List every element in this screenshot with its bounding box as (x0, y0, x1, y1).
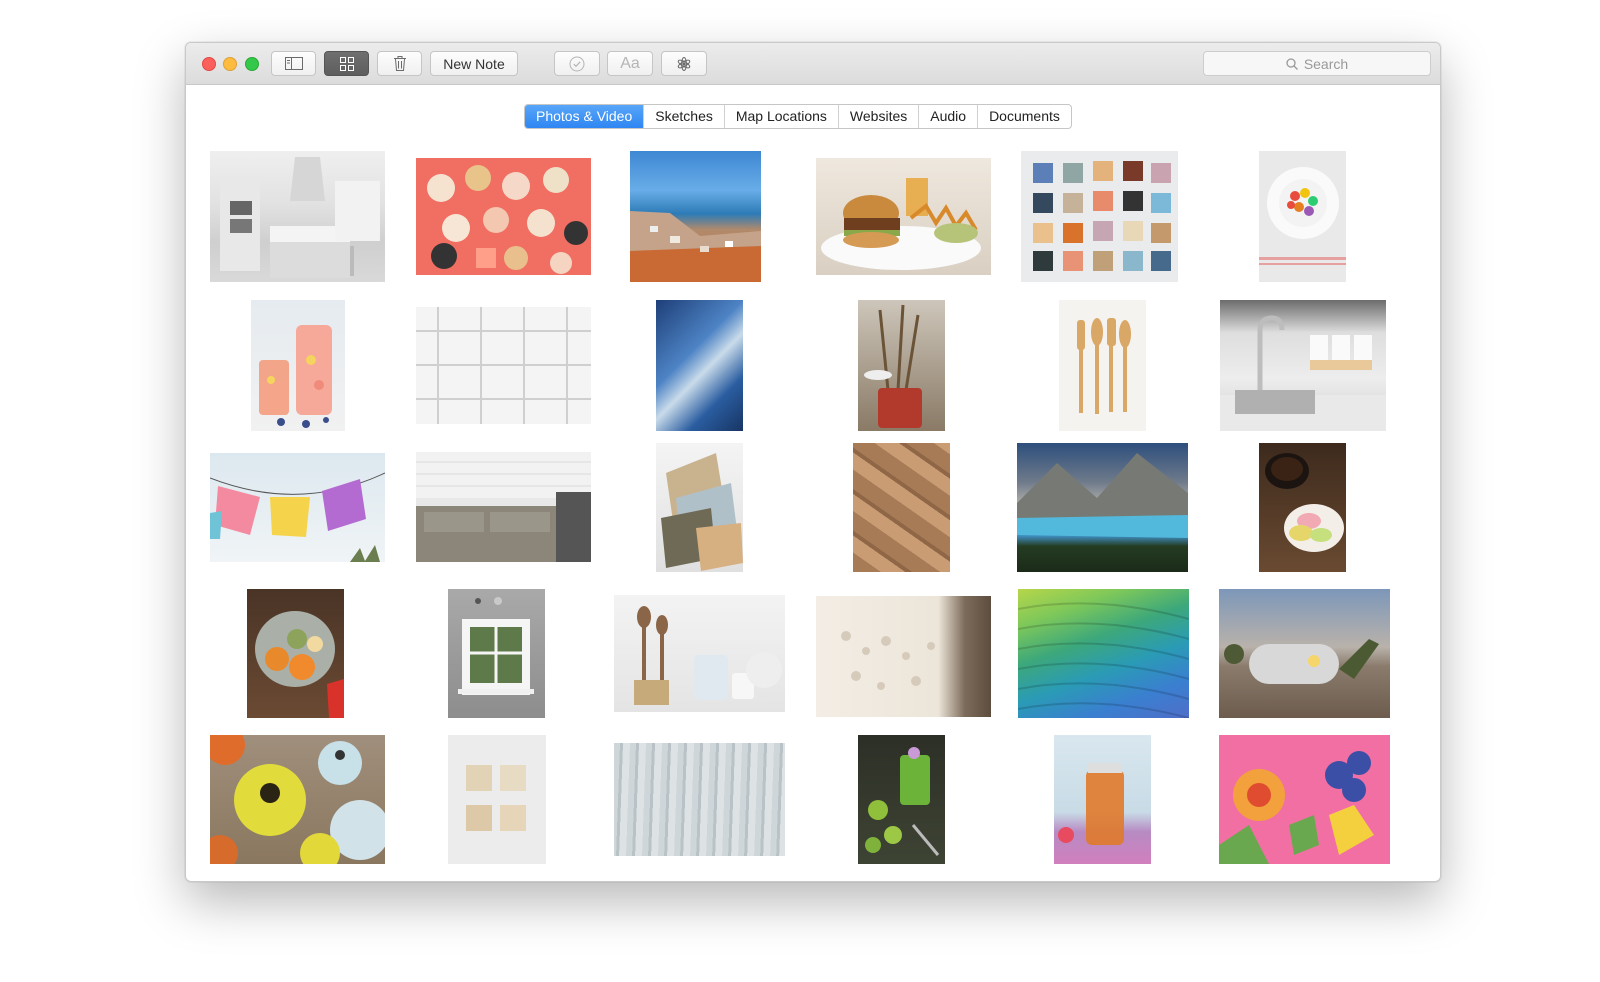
close-window-button[interactable] (202, 57, 216, 71)
search-icon (1286, 57, 1298, 70)
coffee-macarons-photo[interactable] (1259, 443, 1346, 572)
minimize-window-button[interactable] (223, 57, 237, 71)
toolbar: New Note Aa Search (186, 43, 1440, 85)
cooking-utensils-crock-photo[interactable] (858, 300, 945, 431)
wooden-spoons-kettle-photo[interactable] (614, 595, 785, 712)
sidebar-toggle-button[interactable] (271, 51, 316, 76)
search-placeholder: Search (1303, 55, 1349, 72)
kitchen-window-photo[interactable] (448, 589, 545, 718)
burger-and-fries-photo[interactable] (816, 158, 991, 275)
tab-audio[interactable]: Audio (919, 105, 979, 128)
blue-fabric-photo[interactable] (656, 300, 743, 431)
tab-photos-video[interactable]: Photos & Video (525, 105, 645, 128)
candy-plate-photo[interactable] (1259, 151, 1346, 282)
coastal-town-photo[interactable] (630, 151, 761, 282)
kitchen-sink-photo[interactable] (1220, 300, 1386, 431)
weathered-wood-photo[interactable] (614, 743, 785, 856)
wooden-spoons-photo[interactable] (1059, 300, 1146, 431)
tab-sketches[interactable]: Sketches (644, 105, 725, 128)
green-smoothie-photo[interactable] (858, 735, 945, 864)
checklist-button[interactable] (554, 51, 600, 76)
attachment-type-tabs: Photos & Video Sketches Map Locations We… (524, 104, 1072, 129)
autumn-vegetables-photo[interactable] (247, 589, 344, 718)
wood-planks-photo[interactable] (853, 443, 950, 572)
kitchen-counter-photo[interactable] (416, 452, 591, 562)
papel-picado-banner-photo[interactable] (210, 453, 385, 562)
fabric-swatches-photo[interactable] (448, 735, 546, 864)
rainbow-fabric-photo[interactable] (1018, 589, 1189, 718)
ceramic-vases-photo[interactable] (210, 735, 385, 864)
notes-window: New Note Aa Search Photos & Video Sketch… (185, 42, 1441, 882)
color-swatches-photo[interactable] (1021, 151, 1178, 282)
share-icon (677, 56, 691, 71)
search-field[interactable]: Search (1203, 51, 1431, 76)
airstream-trailer-photo[interactable] (1219, 589, 1390, 718)
iced-tea-jar-photo[interactable] (1054, 735, 1151, 864)
mountain-lake-photo[interactable] (1017, 443, 1188, 572)
white-kitchen-photo[interactable] (210, 151, 385, 282)
checkmark-circle-icon (569, 56, 585, 71)
format-button[interactable]: Aa (607, 51, 653, 76)
fruit-oilcloth-photo[interactable] (1219, 735, 1390, 864)
fabric-samples-photo[interactable] (656, 443, 743, 572)
trash-icon (393, 56, 406, 71)
delete-button[interactable] (377, 51, 422, 76)
pink-lemonade-photo[interactable] (251, 300, 345, 431)
share-button[interactable] (661, 51, 707, 76)
tab-websites[interactable]: Websites (839, 105, 920, 128)
cupcakes-photo[interactable] (416, 158, 591, 275)
lace-cloth-photo[interactable] (816, 596, 991, 717)
sidebar-icon (284, 57, 303, 70)
tab-documents[interactable]: Documents (978, 105, 1071, 128)
new-note-button[interactable]: New Note (430, 51, 518, 76)
tab-map-locations[interactable]: Map Locations (725, 105, 839, 128)
grid-icon (339, 56, 354, 71)
zoom-window-button[interactable] (245, 57, 259, 71)
white-tiles-photo[interactable] (416, 307, 591, 424)
attachments-browser-button[interactable] (324, 51, 369, 76)
